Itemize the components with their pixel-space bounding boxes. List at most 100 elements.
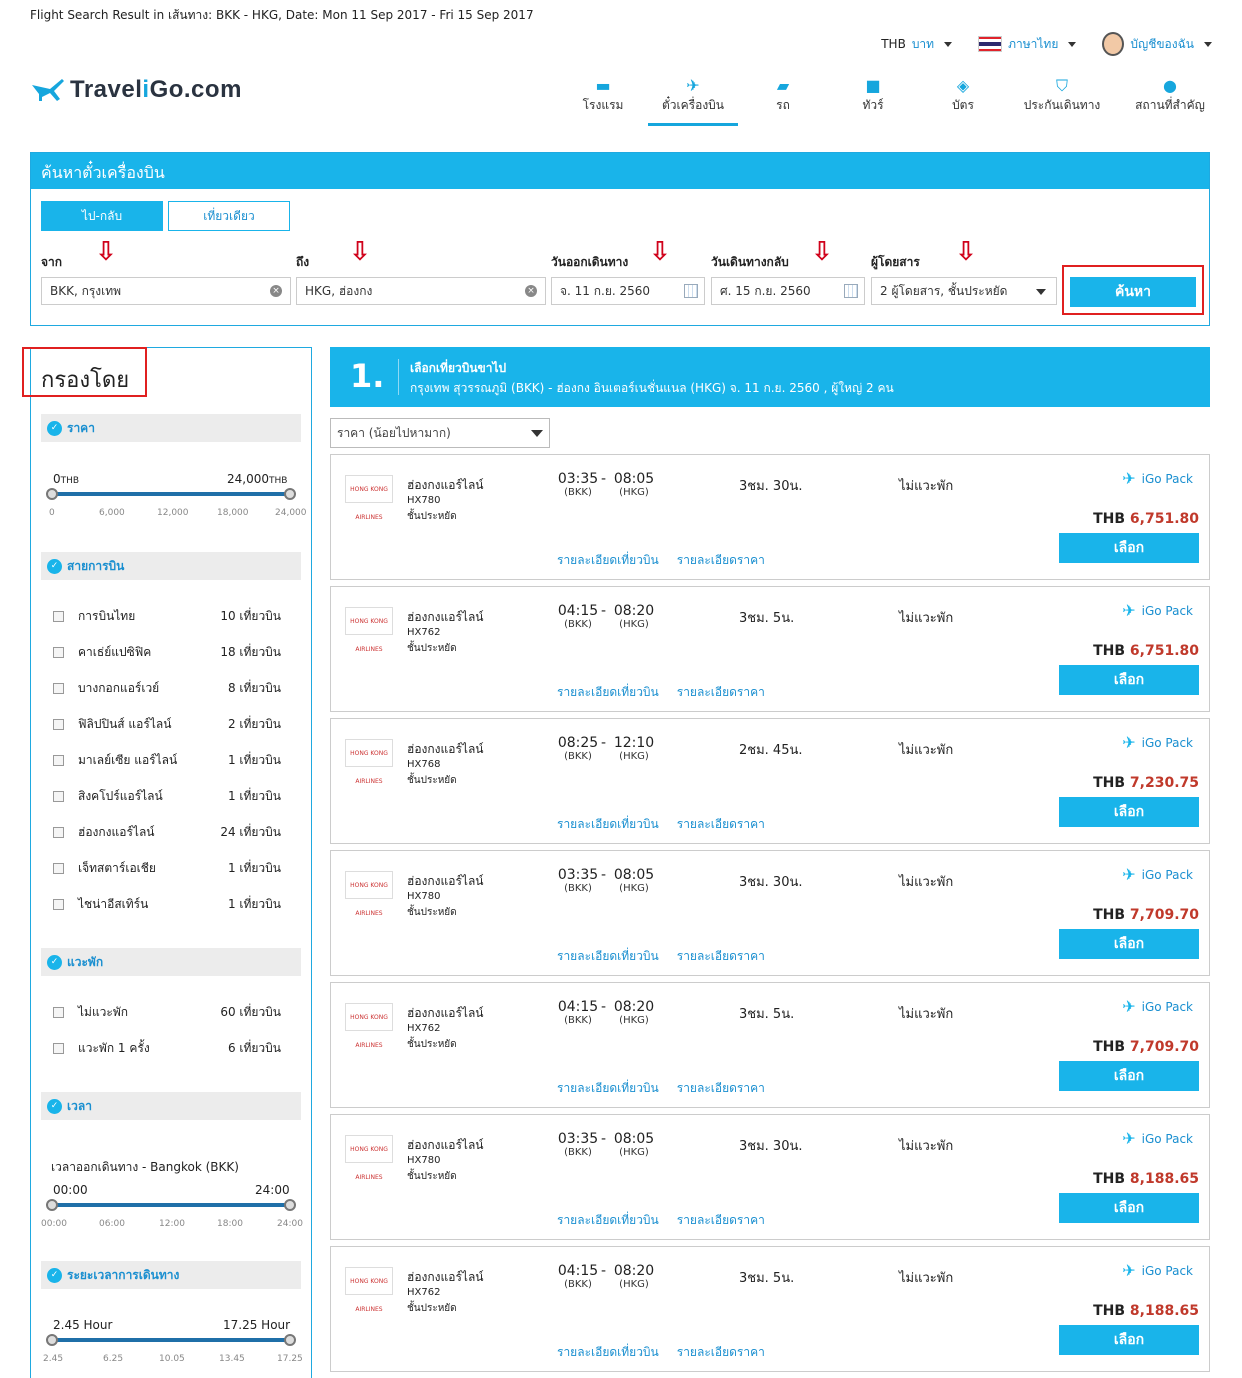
checkbox[interactable] (53, 1006, 64, 1018)
price-slider-min-handle[interactable] (46, 488, 58, 500)
price-detail-link[interactable]: รายละเอียดราคา (677, 1081, 765, 1095)
page-caption: Flight Search Result in เส้นทาง: BKK - H… (30, 8, 534, 22)
select-button[interactable]: เลือก (1059, 1061, 1199, 1091)
duration-slider-min-handle[interactable] (46, 1334, 58, 1346)
depart-date-field[interactable]: จ. 11 ก.ย. 2560 (551, 277, 705, 305)
to-field[interactable]: HKG, ฮ่องกง × (296, 277, 546, 305)
checkbox[interactable] (53, 646, 64, 658)
airline-option[interactable]: ฮ่องกงแอร์ไลน์ 24 เที่ยวบิน (53, 823, 293, 841)
nav-ticket[interactable]: ◈ บัตร (918, 76, 1008, 126)
airline-info: ฮ่องกงแอร์ไลน์ HX780 ชั้นประหยัด (407, 1137, 484, 1185)
price: THB 6,751.80 (1093, 511, 1199, 527)
flight-detail-link[interactable]: รายละเอียดเที่ยวบิน (557, 1345, 659, 1359)
round-trip-tab[interactable]: ไป-กลับ (41, 201, 163, 231)
flight-detail-link[interactable]: รายละเอียดเที่ยวบิน (557, 1081, 659, 1095)
checkbox[interactable] (53, 826, 64, 838)
duration-slider-track[interactable] (51, 1338, 291, 1342)
checkbox[interactable] (53, 898, 64, 910)
filter-stops-header[interactable]: แวะพัก (41, 948, 301, 976)
clear-icon[interactable]: × (270, 285, 282, 297)
igo-pack-badge[interactable]: ✈ iGo Pack (1122, 865, 1193, 884)
nav-car[interactable]: ▰ รถ (738, 76, 828, 126)
price-slider-max-handle[interactable] (284, 488, 296, 500)
flight-detail-link[interactable]: รายละเอียดเที่ยวบิน (557, 817, 659, 831)
airline-option[interactable]: ไชน่าอีสเทิร์น 1 เที่ยวบิน (53, 895, 293, 913)
igo-pack-badge[interactable]: ✈ iGo Pack (1122, 997, 1193, 1016)
return-date-field[interactable]: ศ. 15 ก.ย. 2560 (711, 277, 865, 305)
filter-duration-header[interactable]: ระยะเวลาการเดินทาง (41, 1261, 301, 1289)
price-detail-link[interactable]: รายละเอียดราคา (677, 1213, 765, 1227)
flight-detail-link[interactable]: รายละเอียดเที่ยวบิน (557, 1213, 659, 1227)
flight-detail-link[interactable]: รายละเอียดเที่ยวบิน (557, 685, 659, 699)
checkbox[interactable] (53, 790, 64, 802)
departure-time: 08:25 (557, 735, 599, 751)
site-logo[interactable]: TraveliGo.com (30, 76, 242, 104)
select-button[interactable]: เลือก (1059, 665, 1199, 695)
price-detail-link[interactable]: รายละเอียดราคา (677, 553, 765, 567)
price-detail-link[interactable]: รายละเอียดราคา (677, 1345, 765, 1359)
account-menu[interactable]: บัญชีของฉัน (1102, 32, 1212, 56)
nav-insurance[interactable]: ⛉ ประกันเดินทาง (1008, 76, 1116, 126)
language-label: ภาษาไทย (1008, 36, 1059, 51)
calendar-icon[interactable] (684, 284, 698, 298)
airline-option[interactable]: การบินไทย 10 เที่ยวบิน (53, 607, 293, 625)
flight-detail-link[interactable]: รายละเอียดเที่ยวบิน (557, 553, 659, 567)
select-button[interactable]: เลือก (1059, 533, 1199, 563)
filter-time-header[interactable]: เวลา (41, 1092, 301, 1120)
select-button[interactable]: เลือก (1059, 1325, 1199, 1355)
igo-pack-badge[interactable]: ✈ iGo Pack (1122, 733, 1193, 752)
airline-info: ฮ่องกงแอร์ไลน์ HX762 ชั้นประหยัด (407, 1005, 484, 1053)
airline-option[interactable]: มาเลย์เซีย แอร์ไลน์ 1 เที่ยวบิน (53, 751, 293, 769)
price-amount: 7,709.70 (1129, 907, 1199, 923)
igo-plane-icon: ✈ (1122, 1261, 1136, 1280)
stops-option[interactable]: ไม่แวะพัก 60 เที่ยวบิน (53, 1003, 293, 1021)
duration-tick: 2.45 (43, 1354, 64, 1364)
currency-selector[interactable]: THB บาท (881, 35, 953, 54)
calendar-icon[interactable] (844, 284, 858, 298)
select-button[interactable]: เลือก (1059, 929, 1199, 959)
select-button[interactable]: เลือก (1059, 1193, 1199, 1223)
one-way-tab[interactable]: เที่ยวเดียว (168, 201, 290, 231)
from-field[interactable]: BKK, กรุงเทพ × (41, 277, 291, 305)
nav-flight[interactable]: ✈ ตั๋วเครื่องบิน (648, 76, 738, 126)
nav-hotel[interactable]: ▬ โรงแรม (558, 76, 648, 126)
return-label: วันเดินทางกลับ (711, 255, 789, 269)
sort-select[interactable]: ราคา (น้อยไปหามาก) (330, 418, 550, 448)
time-slider-max-handle[interactable] (284, 1199, 296, 1211)
airline-option[interactable]: เจ็ทสตาร์เอเชีย 1 เที่ยวบิน (53, 859, 293, 877)
price-slider-track[interactable] (51, 492, 291, 496)
time-slider-min-handle[interactable] (46, 1199, 58, 1211)
igo-pack-badge[interactable]: ✈ iGo Pack (1122, 469, 1193, 488)
checkbox[interactable] (53, 682, 64, 694)
time-sub-label: เวลาออกเดินทาง - Bangkok (BKK) (51, 1160, 239, 1174)
nav-attractions[interactable]: ● สถานที่สำคัญ (1116, 76, 1224, 126)
checkbox[interactable] (53, 754, 64, 766)
checkbox[interactable] (53, 862, 64, 874)
language-selector[interactable]: ภาษาไทย (978, 35, 1077, 54)
duration-slider-max-handle[interactable] (284, 1334, 296, 1346)
airline-option[interactable]: บางกอกแอร์เวย์ 8 เที่ยวบิน (53, 679, 293, 697)
detail-links: รายละเอียดเที่ยวบิน รายละเอียดราคา (557, 1079, 783, 1098)
price-detail-link[interactable]: รายละเอียดราคา (677, 817, 765, 831)
nav-tour[interactable]: ■ ทัวร์ (828, 76, 918, 126)
igo-pack-badge[interactable]: ✈ iGo Pack (1122, 601, 1193, 620)
filter-price-header[interactable]: ราคา (41, 414, 301, 442)
time-slider-track[interactable] (51, 1203, 291, 1207)
stops-option[interactable]: แวะพัก 1 ครั้ง 6 เที่ยวบิน (53, 1039, 293, 1057)
checkbox[interactable] (53, 718, 64, 730)
checkbox[interactable] (53, 610, 64, 622)
price-detail-link[interactable]: รายละเอียดราคา (677, 949, 765, 963)
filter-airline-header[interactable]: สายการบิน (41, 552, 301, 580)
clear-icon[interactable]: × (525, 285, 537, 297)
airline-option[interactable]: คาเธ่ย์แปซิฟิค 18 เที่ยวบิน (53, 643, 293, 661)
igo-pack-badge[interactable]: ✈ iGo Pack (1122, 1261, 1193, 1280)
select-button[interactable]: เลือก (1059, 797, 1199, 827)
time-tick: 18:00 (217, 1219, 243, 1229)
flight-detail-link[interactable]: รายละเอียดเที่ยวบิน (557, 949, 659, 963)
price-detail-link[interactable]: รายละเอียดราคา (677, 685, 765, 699)
checkbox[interactable] (53, 1042, 64, 1054)
airline-option[interactable]: สิงคโปร์แอร์ไลน์ 1 เที่ยวบิน (53, 787, 293, 805)
airline-option[interactable]: ฟิลิปปินส์ แอร์ไลน์ 2 เที่ยวบิน (53, 715, 293, 733)
igo-pack-badge[interactable]: ✈ iGo Pack (1122, 1129, 1193, 1148)
passenger-select[interactable]: 2 ผู้โดยสาร, ชั้นประหยัด (871, 277, 1057, 305)
